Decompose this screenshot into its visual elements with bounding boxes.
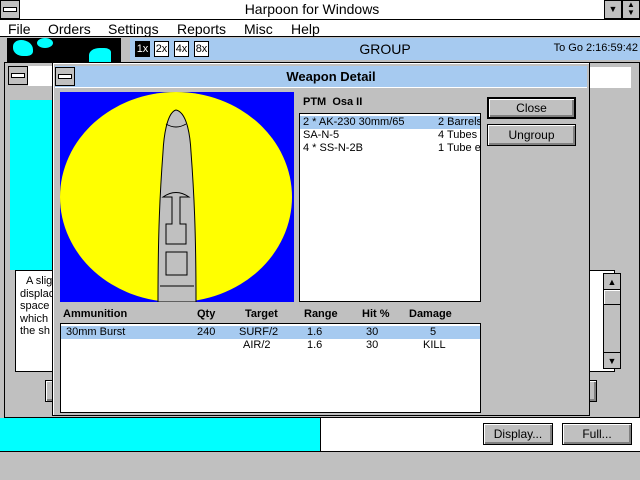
scroll-thumb[interactable] bbox=[604, 290, 620, 305]
app-title-bar: Harpoon for Windows ▼ ▲ ▼ bbox=[0, 0, 640, 20]
ship-silhouette-icon bbox=[60, 92, 292, 302]
menu-settings[interactable]: Settings bbox=[108, 21, 159, 37]
full-button[interactable]: Full... bbox=[562, 423, 632, 445]
weapon-detail-title-bar: Weapon Detail bbox=[55, 66, 587, 88]
ammo-row[interactable]: AIR/2 1.6 30 KILL bbox=[61, 339, 480, 352]
weapon-detail-window: Weapon Detail PTM Osa II 2 * AK-230 30mm… bbox=[52, 62, 590, 416]
group-bar: 1x 2x 4x 8x GROUP To Go 2:16:59:42 bbox=[130, 38, 640, 60]
map-thumbnail[interactable] bbox=[7, 38, 121, 62]
group-title: GROUP bbox=[359, 41, 411, 57]
zoom-2x-button[interactable]: 2x bbox=[154, 41, 169, 57]
display-button[interactable]: Display... bbox=[483, 423, 553, 445]
scroll-down-arrow-icon[interactable]: ▼ bbox=[604, 352, 620, 368]
weapon-row[interactable]: SA-N-5 4 Tubes bbox=[300, 129, 480, 142]
menu-file[interactable]: File bbox=[8, 21, 31, 37]
ammo-table[interactable]: 30mm Burst 240 SURF/2 1.6 30 5 AIR/2 1.6… bbox=[60, 323, 481, 413]
restore-button[interactable]: ▲ ▼ bbox=[622, 0, 640, 19]
menu-bar: File Orders Settings Reports Misc Help bbox=[0, 20, 640, 37]
ungroup-button[interactable]: Ungroup bbox=[487, 124, 576, 146]
background-system-menu[interactable] bbox=[8, 66, 28, 85]
menu-help[interactable]: Help bbox=[291, 21, 320, 37]
ship-label: PTM Osa II bbox=[303, 96, 363, 108]
zoom-1x-button[interactable]: 1x bbox=[135, 41, 150, 57]
weapon-row[interactable]: 2 * AK-230 30mm/65 2 Barrels bbox=[300, 116, 480, 129]
lower-map-area bbox=[0, 418, 320, 452]
minimize-button[interactable]: ▼ bbox=[604, 0, 622, 19]
ammo-table-header: Ammunition Qty Target Range Hit % Damage bbox=[63, 308, 452, 320]
background-map-area bbox=[10, 100, 55, 270]
system-menu-button[interactable] bbox=[0, 0, 20, 19]
background-title-right bbox=[589, 67, 631, 88]
weapon-detail-system-menu[interactable] bbox=[55, 67, 75, 86]
menu-misc[interactable]: Misc bbox=[244, 21, 273, 37]
scroll-up-arrow-icon[interactable]: ▲ bbox=[604, 274, 620, 290]
ammo-row[interactable]: 30mm Burst 240 SURF/2 1.6 30 5 bbox=[61, 326, 480, 339]
menu-orders[interactable]: Orders bbox=[48, 21, 91, 37]
weapon-row[interactable]: 4 * SS-N-2B 1 Tube e bbox=[300, 142, 480, 155]
close-button[interactable]: Close bbox=[487, 97, 576, 119]
zoom-8x-button[interactable]: 8x bbox=[194, 41, 209, 57]
weapon-detail-title: Weapon Detail bbox=[286, 69, 376, 84]
ship-arc-diagram bbox=[60, 92, 294, 302]
weapons-list[interactable]: 2 * AK-230 30mm/65 2 Barrels SA-N-5 4 Tu… bbox=[299, 113, 481, 302]
menu-reports[interactable]: Reports bbox=[177, 21, 226, 37]
zoom-4x-button[interactable]: 4x bbox=[174, 41, 189, 57]
time-remaining: To Go 2:16:59:42 bbox=[553, 42, 638, 54]
description-scrollbar[interactable]: ▲ ▼ bbox=[603, 273, 621, 369]
app-title: Harpoon for Windows bbox=[244, 1, 380, 17]
